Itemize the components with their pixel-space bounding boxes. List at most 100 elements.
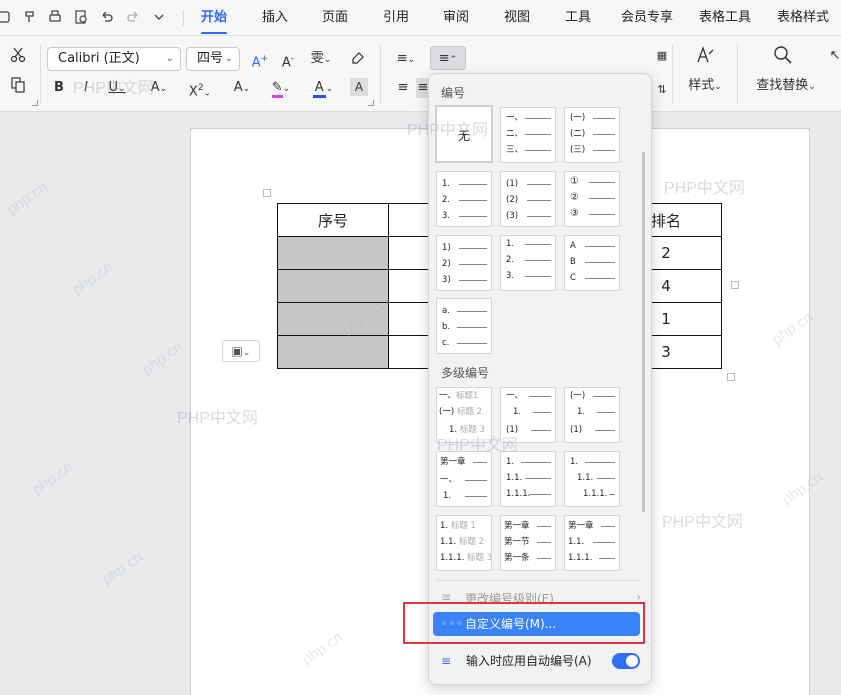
multilevel-section-title: 多级编号 bbox=[441, 366, 490, 380]
ribbon: Calibri (正文) ⌄ 四号 ⌄ A+ A- 雯⌄ B I U⌄ A⌄ X… bbox=[0, 36, 841, 112]
quick-access-more-icon[interactable] bbox=[150, 9, 168, 27]
numbering-none[interactable]: 无 bbox=[435, 105, 493, 163]
numbering-section-title: 编号 bbox=[441, 86, 466, 100]
styles-button[interactable]: 样式⌄ bbox=[683, 76, 727, 97]
table-move-icon: ▣ bbox=[231, 344, 243, 358]
more-font-effects-icon[interactable]: A⌄ bbox=[146, 78, 172, 99]
chevron-down-icon: ⌄ bbox=[224, 53, 233, 64]
copy-icon[interactable] bbox=[8, 76, 28, 101]
ribbon-divider bbox=[40, 44, 41, 104]
clipboard-launcher-icon[interactable] bbox=[32, 100, 38, 106]
multilevel-preset-5[interactable]: 1. 1.1. 1.1.1. bbox=[500, 451, 556, 507]
multilevel-preset-9[interactable]: 第一章 1.1. 1.1.1. bbox=[564, 515, 620, 571]
sort-icon[interactable]: ⇅ bbox=[654, 80, 670, 100]
auto-numbering-item[interactable]: ≡ 输入时应用自动编号(A) bbox=[441, 650, 641, 672]
table-cell[interactable] bbox=[277, 335, 389, 369]
grow-font-icon[interactable]: A+ bbox=[250, 49, 270, 73]
phonetic-guide-icon[interactable]: 雯⌄ bbox=[306, 49, 336, 70]
table-resize-handle-icon[interactable] bbox=[727, 373, 735, 381]
watermark-text: php.cn bbox=[4, 178, 51, 219]
numbering-upper-alpha[interactable]: A B C bbox=[564, 235, 620, 291]
font-launcher-icon[interactable] bbox=[368, 100, 374, 106]
numbering-circled[interactable]: ① ② ③ bbox=[564, 171, 620, 227]
underline-icon[interactable]: U⌄ bbox=[104, 78, 130, 99]
multilevel-preset-1[interactable]: 一、标题1 (一) 标题 2 1. 标题 3 bbox=[436, 387, 492, 443]
font-color-icon[interactable]: A ⌄ bbox=[308, 78, 338, 99]
auto-numbering-toggle[interactable] bbox=[612, 653, 640, 669]
numbering-arabic-dot-indent[interactable]: 1. 2. 3. bbox=[500, 235, 556, 291]
tab-table-style[interactable]: 表格样式 bbox=[777, 0, 829, 36]
multilevel-preset-6[interactable]: 1. 1.1. 1.1.1. bbox=[564, 451, 620, 507]
numbering-arabic-halfparen[interactable]: 1) 2) 3) bbox=[436, 235, 492, 291]
cut-icon[interactable] bbox=[8, 46, 28, 71]
none-label: 无 bbox=[457, 129, 470, 143]
search-icon[interactable] bbox=[770, 44, 796, 73]
annotation-highlight-box bbox=[403, 602, 645, 644]
font-size-value: 四号 bbox=[197, 51, 224, 66]
numbering-chinese-paren[interactable]: (一) (二) (三) bbox=[564, 107, 620, 163]
menu-bar: 开始 插入 页面 引用 审阅 视图 工具 会员专享 表格工具 表格样式 bbox=[0, 0, 841, 36]
bold-icon[interactable]: B bbox=[50, 78, 68, 98]
watermark-text: php.cn bbox=[99, 548, 146, 589]
bullets-icon[interactable]: ≡⌄ bbox=[392, 49, 420, 70]
table-grid-icon[interactable]: ▦ bbox=[654, 46, 670, 66]
shrink-font-icon[interactable]: A- bbox=[278, 49, 298, 73]
print-preview-icon[interactable] bbox=[72, 9, 90, 27]
format-painter-icon[interactable] bbox=[20, 9, 38, 27]
font-size-select[interactable]: 四号 ⌄ bbox=[186, 47, 240, 71]
chevron-down-icon: ⌄ bbox=[165, 53, 174, 64]
multilevel-preset-8[interactable]: 第一章 第一节 第一条 bbox=[500, 515, 556, 571]
menu-divider bbox=[183, 10, 184, 26]
multilevel-preset-3[interactable]: (一) 1. (1) bbox=[564, 387, 620, 443]
panel-divider bbox=[437, 580, 641, 581]
font-name-select[interactable]: Calibri (正文) ⌄ bbox=[47, 47, 181, 71]
text-effect-icon[interactable]: A⌄ bbox=[228, 78, 256, 99]
font-name-value: Calibri (正文) bbox=[58, 51, 140, 66]
tab-review[interactable]: 审阅 bbox=[443, 0, 469, 36]
table-header-cell[interactable]: 序号 bbox=[277, 203, 389, 237]
find-replace-button[interactable]: 查找替换⌄ bbox=[752, 76, 820, 97]
numbering-lower-alpha[interactable]: a. b. c. bbox=[436, 298, 492, 354]
table-cell[interactable] bbox=[277, 302, 389, 336]
styles-icon[interactable] bbox=[690, 44, 720, 73]
superscript-icon[interactable]: X2⌄ bbox=[188, 78, 212, 103]
redo-icon[interactable] bbox=[124, 9, 142, 27]
watermark-text: php.cn bbox=[69, 258, 116, 299]
watermark-text: php.cn bbox=[29, 458, 76, 499]
numbering-chinese-dun[interactable]: 一、 二、 三、 bbox=[500, 107, 556, 163]
tab-table-tools[interactable]: 表格工具 bbox=[699, 0, 751, 36]
multilevel-preset-2[interactable]: 一、 1. (1) bbox=[500, 387, 556, 443]
tab-references[interactable]: 引用 bbox=[383, 0, 409, 36]
table-layout-handle[interactable]: ▣⌄ bbox=[222, 340, 260, 362]
ribbon-divider bbox=[737, 44, 738, 104]
highlight-color-icon[interactable]: ✎⌄ bbox=[266, 78, 296, 99]
tab-tools[interactable]: 工具 bbox=[565, 0, 591, 36]
table-cell[interactable] bbox=[277, 236, 389, 270]
multilevel-preset-7[interactable]: 1. 标题 1 1.1. 标题 2 1.1.1. 标题 3 bbox=[436, 515, 492, 571]
auto-numbering-icon: ≡ bbox=[441, 654, 452, 668]
numbering-button[interactable]: ≡⌃ bbox=[430, 46, 466, 70]
select-cursor-icon[interactable]: ↖ bbox=[826, 46, 841, 66]
undo-icon[interactable] bbox=[98, 9, 116, 27]
print-icon[interactable] bbox=[46, 9, 64, 27]
italic-icon[interactable]: I bbox=[77, 78, 95, 98]
tab-member[interactable]: 会员专享 bbox=[621, 0, 673, 36]
numbering-arabic-dot[interactable]: 1. 2. 3. bbox=[436, 171, 492, 227]
save-icon[interactable] bbox=[0, 9, 12, 27]
tab-home[interactable]: 开始 bbox=[201, 0, 228, 36]
chevron-down-icon: ⌄ bbox=[242, 348, 251, 358]
numbering-arabic-paren[interactable]: (1) (2) (3) bbox=[500, 171, 556, 227]
ribbon-divider bbox=[380, 44, 381, 104]
clear-format-icon[interactable] bbox=[348, 49, 368, 72]
table-cell[interactable] bbox=[277, 269, 389, 303]
tab-view[interactable]: 视图 bbox=[504, 0, 530, 36]
tab-page[interactable]: 页面 bbox=[322, 0, 348, 36]
multilevel-preset-4[interactable]: 第一章 一、 1. bbox=[436, 451, 492, 507]
panel-scrollbar[interactable] bbox=[642, 152, 645, 512]
align-left-icon[interactable]: ≡ bbox=[394, 78, 412, 98]
ribbon-divider bbox=[672, 44, 673, 104]
watermark-text: php.cn bbox=[139, 338, 186, 379]
char-shading-icon[interactable]: A bbox=[350, 78, 368, 96]
tab-insert[interactable]: 插入 bbox=[262, 0, 288, 36]
row-add-handle-icon[interactable] bbox=[731, 281, 739, 289]
